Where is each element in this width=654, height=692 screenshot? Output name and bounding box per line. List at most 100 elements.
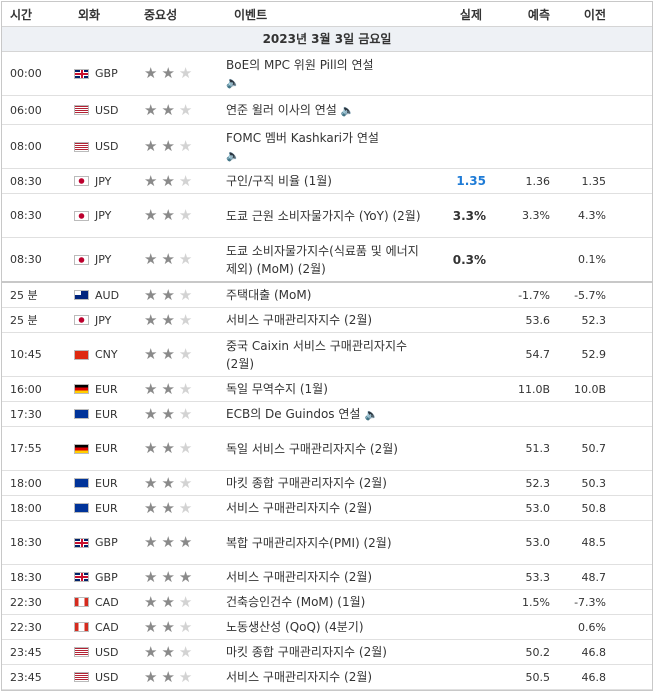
event-name[interactable]: 마킷 종합 구매관리자지수 (2월) xyxy=(226,476,387,490)
event-name[interactable]: 건축승인건수 (MoM) (1월) xyxy=(226,595,365,609)
table-row[interactable]: 22:30 CAD ★ ★ ★ 건축승인건수 (MoM) (1월) 1.5% -7.3% xyxy=(2,590,652,615)
forecast-value: 52.3 xyxy=(525,476,551,490)
star-icon: ★ xyxy=(161,345,175,363)
event-name[interactable]: 중국 Caixin 서비스 구매관리자지수 (2월) xyxy=(226,339,407,371)
table-row[interactable]: 18:00 EUR ★ ★ ★ 마킷 종합 구매관리자지수 (2월) 52.3 50.3 xyxy=(2,471,652,496)
table-row[interactable]: 16:00 EUR ★ ★ ★ 독일 무역수지 (1월) 11.0B 10.0B xyxy=(2,377,652,402)
header-forecast[interactable]: 예측 xyxy=(492,6,560,23)
event-cell[interactable]: 마킷 종합 구매관리자지수 (2월) xyxy=(226,643,426,661)
speaker-icon[interactable]: 🔈 xyxy=(341,104,355,117)
event-name[interactable]: FOMC 멤버 Kashkari가 연설 xyxy=(226,131,379,145)
table-row[interactable]: 23:45 USD ★ ★ ★ 서비스 구매관리자지수 (2월) 50.5 46.8 xyxy=(2,665,652,690)
actual-value: 3.3% xyxy=(452,208,486,223)
importance-stars: ★ ★ ★ xyxy=(136,569,226,585)
importance-stars: ★ ★ ★ xyxy=(136,441,226,456)
event-name[interactable]: 복합 구매관리자지수(PMI) (2월) xyxy=(226,536,392,550)
event-cell[interactable]: 서비스 구매관리자지수 (2월) xyxy=(226,311,426,329)
forecast-value: 3.3% xyxy=(522,209,550,222)
table-row[interactable]: 18:30 GBP ★ ★ ★ 서비스 구매관리자지수 (2월) 53.3 48.7 xyxy=(2,565,652,590)
event-name[interactable]: 도쿄 근원 소비자물가지수 (YoY) (2월) xyxy=(226,209,421,223)
event-cell[interactable]: 서비스 구매관리자지수 (2월) xyxy=(226,668,426,686)
event-cell[interactable]: 중국 Caixin 서비스 구매관리자지수 (2월) xyxy=(226,337,426,373)
event-cell[interactable]: 도쿄 소비자물가지수(식료품 및 에너지 제외) (MoM) (2월) xyxy=(226,242,426,278)
table-row[interactable]: 08:30 JPY ★ ★ ★ 도쿄 근원 소비자물가지수 (YoY) (2월) 3.3% 3… xyxy=(2,194,652,238)
event-cell[interactable]: 연준 윌러 이사의 연설 🔈 xyxy=(226,101,426,120)
star-icon: ★ xyxy=(161,250,175,268)
header-time[interactable]: 시간 xyxy=(2,6,70,23)
event-name[interactable]: 주택대출 (MoM) xyxy=(226,288,311,302)
currency-code: EUR xyxy=(95,476,118,490)
event-name[interactable]: 연준 윌러 이사의 연설 xyxy=(226,103,337,117)
event-cell[interactable]: BoE의 MPC 위원 Pill의 연설 🔈 xyxy=(226,56,426,92)
star-icon: ★ xyxy=(144,206,158,224)
speaker-icon[interactable]: 🔈 xyxy=(364,408,378,421)
speaker-icon[interactable]: 🔈 xyxy=(226,147,422,165)
currency-code: EUR xyxy=(95,407,118,421)
event-name[interactable]: ECB의 De Guindos 연설 xyxy=(226,407,360,421)
table-row[interactable]: 17:30 EUR ★ ★ ★ ECB의 De Guindos 연설 🔈 xyxy=(2,402,652,427)
table-row[interactable]: 08:30 JPY ★ ★ ★ 도쿄 소비자물가지수(식료품 및 에너지 제외) (MoM… xyxy=(2,238,652,283)
table-row[interactable]: 23:45 USD ★ ★ ★ 마킷 종합 구매관리자지수 (2월) 50.2 46.8 xyxy=(2,640,652,665)
header-actual[interactable]: 실제 xyxy=(426,6,492,23)
event-name[interactable]: 독일 무역수지 (1월) xyxy=(226,382,328,396)
previous-value: 50.3 xyxy=(581,476,607,490)
event-cell[interactable]: ECB의 De Guindos 연설 🔈 xyxy=(226,405,426,424)
table-row[interactable]: 08:00 USD ★ ★ ★ FOMC 멤버 Kashkari가 연설 🔈 xyxy=(2,125,652,169)
header-event[interactable]: 이벤트 xyxy=(226,6,426,23)
table-row[interactable]: 18:00 EUR ★ ★ ★ 서비스 구매관리자지수 (2월) 53.0 50.8 xyxy=(2,496,652,521)
event-name[interactable]: 도쿄 소비자물가지수(식료품 및 에너지 제외) (MoM) (2월) xyxy=(226,244,419,276)
currency-cell: GBP xyxy=(70,571,136,584)
previous-value: 10.0B xyxy=(573,382,606,396)
event-name[interactable]: 독일 서비스 구매관리자지수 (2월) xyxy=(226,442,398,456)
table-row[interactable]: 08:30 JPY ★ ★ ★ 구인/구직 비율 (1월) 1.35 1.36 1.35 xyxy=(2,169,652,194)
speaker-icon[interactable]: 🔈 xyxy=(226,74,422,92)
event-cell[interactable]: 노동생산성 (QoQ) (4분기) xyxy=(226,618,426,636)
table-row[interactable]: 18:30 GBP ★ ★ ★ 복합 구매관리자지수(PMI) (2월) 53.0 48.5 xyxy=(2,521,652,565)
table-row[interactable]: 10:45 CNY ★ ★ ★ 중국 Caixin 서비스 구매관리자지수 (2월) 54.… xyxy=(2,333,652,377)
table-row[interactable]: 22:30 CAD ★ ★ ★ 노동생산성 (QoQ) (4분기) 0.6% xyxy=(2,615,652,640)
event-name[interactable]: 노동생산성 (QoQ) (4분기) xyxy=(226,620,364,634)
header-currency[interactable]: 외화 xyxy=(70,6,136,23)
event-name[interactable]: 마킷 종합 구매관리자지수 (2월) xyxy=(226,645,387,659)
event-cell[interactable]: 마킷 종합 구매관리자지수 (2월) xyxy=(226,474,426,492)
previous-value: 52.3 xyxy=(581,313,607,327)
event-name[interactable]: 구인/구직 비율 (1월) xyxy=(226,174,332,188)
table-row[interactable]: 17:55 EUR ★ ★ ★ 독일 서비스 구매관리자지수 (2월) 51.3 50.7 xyxy=(2,427,652,471)
event-name[interactable]: 서비스 구매관리자지수 (2월) xyxy=(226,670,372,684)
star-icon: ★ xyxy=(178,250,193,268)
event-time: 16:00 xyxy=(10,382,42,396)
event-cell[interactable]: 독일 무역수지 (1월) xyxy=(226,380,426,398)
us-flag-icon xyxy=(74,672,89,682)
event-name[interactable]: 서비스 구매관리자지수 (2월) xyxy=(226,501,372,515)
table-row[interactable]: 06:00 USD ★ ★ ★ 연준 윌러 이사의 연설 🔈 xyxy=(2,96,652,125)
currency-cell: CAD xyxy=(70,621,136,634)
event-cell[interactable]: 주택대출 (MoM) xyxy=(226,286,426,304)
star-icon: ★ xyxy=(178,345,193,363)
event-name[interactable]: BoE의 MPC 위원 Pill의 연설 xyxy=(226,58,374,72)
event-time: 22:30 xyxy=(10,620,42,634)
event-cell[interactable]: 구인/구직 비율 (1월) xyxy=(226,172,426,190)
header-previous[interactable]: 이전 xyxy=(560,6,642,23)
importance-stars: ★ ★ ★ xyxy=(136,252,226,267)
event-cell[interactable]: 독일 서비스 구매관리자지수 (2월) xyxy=(226,440,426,458)
table-row[interactable]: 25 분 JPY ★ ★ ★ 서비스 구매관리자지수 (2월) 53.6 52.3 xyxy=(2,308,652,333)
event-cell[interactable]: 도쿄 근원 소비자물가지수 (YoY) (2월) xyxy=(226,207,426,225)
event-time: 08:00 xyxy=(10,140,42,153)
event-time: 08:30 xyxy=(10,174,42,188)
table-row[interactable]: 25 분 AUD ★ ★ ★ 주택대출 (MoM) -1.7% -5.7% xyxy=(2,283,652,308)
currency-cell: EUR xyxy=(70,477,136,490)
event-cell[interactable]: 서비스 구매관리자지수 (2월) xyxy=(226,568,426,586)
star-icon: ★ xyxy=(144,473,158,492)
event-cell[interactable]: FOMC 멤버 Kashkari가 연설 🔈 xyxy=(226,129,426,165)
event-cell[interactable]: 건축승인건수 (MoM) (1월) xyxy=(226,593,426,611)
star-icon: ★ xyxy=(178,206,193,224)
header-importance[interactable]: 중요성 xyxy=(136,6,226,23)
table-row[interactable]: 00:00 GBP ★ ★ ★ BoE의 MPC 위원 Pill의 연설 🔈 xyxy=(2,52,652,96)
star-icon: ★ xyxy=(161,533,175,551)
event-name[interactable]: 서비스 구매관리자지수 (2월) xyxy=(226,313,372,327)
importance-stars: ★ ★ ★ xyxy=(136,594,226,610)
event-cell[interactable]: 복합 구매관리자지수(PMI) (2월) xyxy=(226,534,426,552)
event-time: 17:30 xyxy=(10,407,42,421)
event-cell[interactable]: 서비스 구매관리자지수 (2월) xyxy=(226,499,426,517)
event-name[interactable]: 서비스 구매관리자지수 (2월) xyxy=(226,570,372,584)
